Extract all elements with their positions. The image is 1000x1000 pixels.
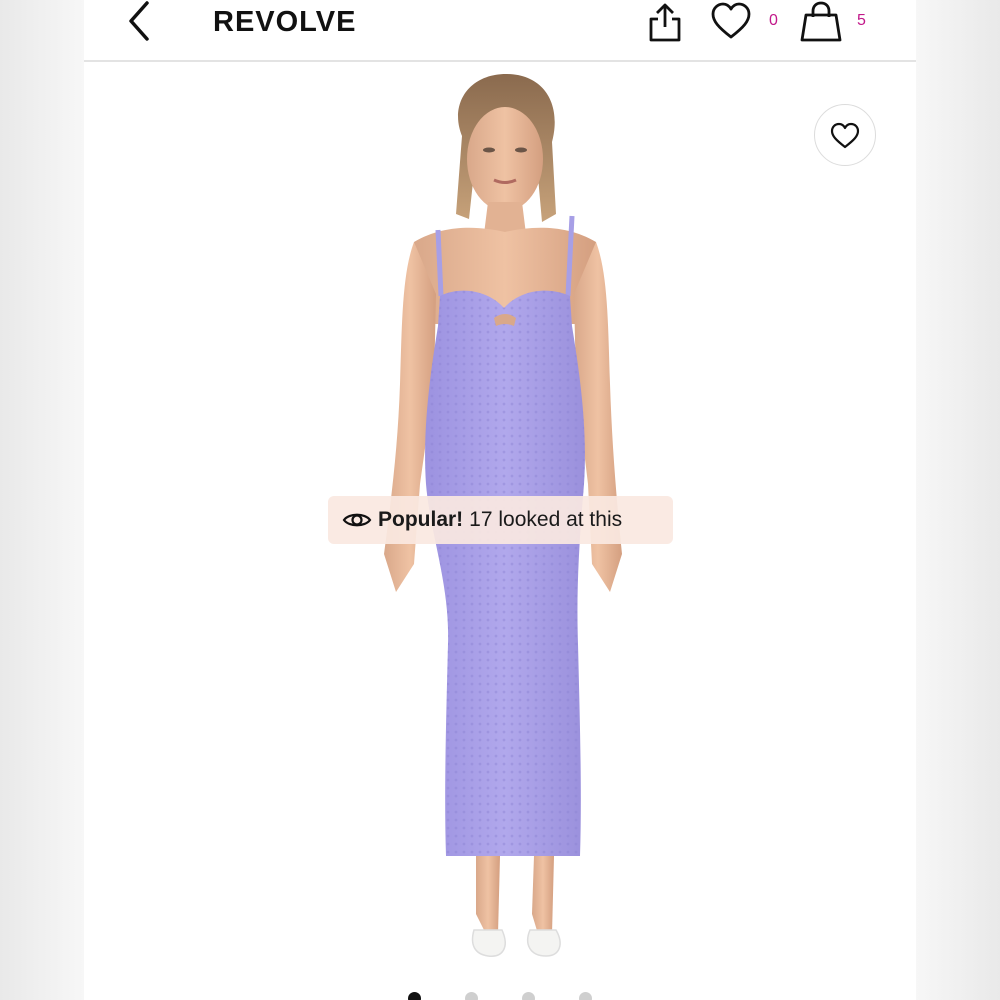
wishlist-button[interactable]: [708, 0, 754, 42]
shopping-bag-icon: [800, 1, 842, 42]
wishlist-count: 0: [769, 12, 778, 29]
carousel-dot[interactable]: [465, 992, 478, 1000]
top-nav-bar: REVOLVE 0 5: [84, 0, 916, 62]
back-button[interactable]: [118, 0, 162, 44]
heart-icon: [830, 122, 860, 148]
left-margin: [0, 0, 84, 1000]
brand-logo[interactable]: REVOLVE: [213, 6, 356, 39]
product-image-carousel[interactable]: Popular! 17 looked at this: [84, 64, 916, 1000]
chevron-left-icon: [129, 1, 149, 41]
eye-icon: [342, 513, 372, 527]
share-button[interactable]: [642, 0, 688, 44]
carousel-dot[interactable]: [522, 992, 535, 1000]
carousel-indicator: [404, 992, 604, 1000]
right-margin: [916, 0, 1000, 1000]
carousel-dot[interactable]: [408, 992, 421, 1000]
favorite-button[interactable]: [814, 104, 876, 166]
app-window: REVOLVE 0 5 Popular! 17 looked at this: [84, 0, 916, 1000]
popular-text: 17 looked at this: [469, 508, 623, 531]
popular-label: Popular!: [378, 508, 464, 531]
share-icon: [649, 3, 681, 42]
heart-icon: [711, 2, 751, 39]
shopping-bag-button[interactable]: [796, 0, 846, 44]
carousel-dot[interactable]: [579, 992, 592, 1000]
popular-badge: Popular! 17 looked at this: [328, 496, 673, 544]
bag-count: 5: [857, 12, 866, 29]
